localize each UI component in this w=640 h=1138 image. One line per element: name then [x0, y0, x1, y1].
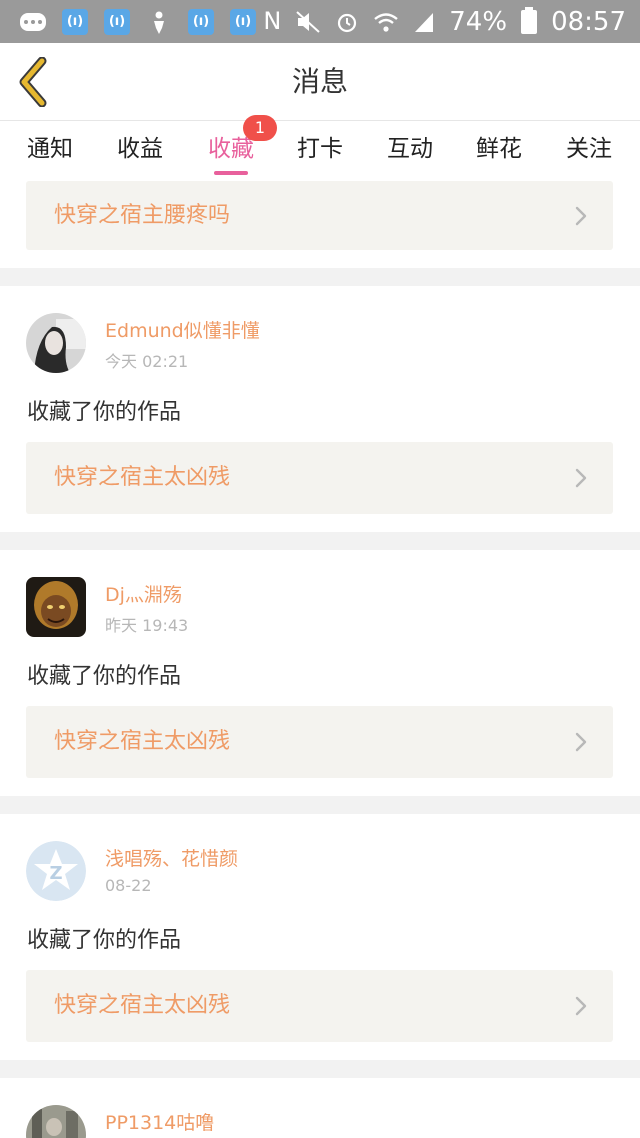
timestamp: 08-22: [105, 876, 152, 895]
tab-favorites[interactable]: 收藏 1: [186, 115, 277, 181]
username[interactable]: Edmund似懂非懂: [105, 316, 260, 343]
notification-icons: (ı) (ı) (ı) (ı): [20, 0, 256, 43]
work-title: 快穿之宿主腰疼吗: [54, 203, 231, 228]
list-item: Dj灬淵殇 昨天 19:43 收藏了你的作品 快穿之宿主太凶残: [0, 550, 640, 796]
chevron-left-icon: [19, 56, 47, 108]
tab-interactions[interactable]: 互动: [365, 121, 455, 181]
avatar[interactable]: [26, 1105, 86, 1138]
svg-text:Z: Z: [49, 863, 62, 884]
battery-icon: [521, 6, 538, 34]
action-text: 收藏了你的作品: [27, 400, 182, 425]
work-link[interactable]: 快穿之宿主腰疼吗: [26, 181, 613, 250]
list-item: Edmund似懂非懂 今天 02:21 收藏了你的作品 快穿之宿主太凶残: [0, 286, 640, 532]
list-item: 快穿之宿主腰疼吗: [0, 181, 640, 268]
tab-checkin[interactable]: 打卡: [275, 121, 365, 181]
username[interactable]: 浅唱殇、花惜颜: [105, 844, 238, 871]
alarm-icon: [338, 13, 357, 32]
signal-app-icon: (ı): [104, 8, 130, 35]
tab-bar: 通知 收益 收藏 1 打卡 互动 鲜花 关注: [0, 115, 640, 181]
work-link[interactable]: 快穿之宿主太凶残: [26, 442, 613, 514]
tab-flowers[interactable]: 鲜花: [454, 121, 544, 181]
status-bar: (ı) (ı) (ı) (ı) N 74% 08:57: [0, 0, 640, 43]
system-status: N 74% 08:57: [263, 0, 626, 43]
avatar[interactable]: [26, 577, 86, 637]
signal-icon: [415, 12, 434, 32]
mute-icon: [296, 10, 320, 33]
signal-app-icon: (ı): [62, 8, 88, 35]
tab-earnings[interactable]: 收益: [95, 121, 185, 181]
battery-percent: 74%: [449, 6, 508, 37]
work-title: 快穿之宿主太凶残: [54, 993, 231, 1018]
tab-notifications[interactable]: 通知: [5, 121, 95, 181]
work-link[interactable]: 快穿之宿主太凶残: [26, 970, 613, 1042]
action-text: 收藏了你的作品: [27, 928, 182, 953]
chevron-right-icon: [575, 206, 587, 226]
active-tab-indicator: [214, 171, 248, 175]
username[interactable]: Dj灬淵殇: [105, 580, 182, 607]
timestamp: 今天 02:21: [105, 352, 189, 371]
clock: 08:57: [551, 6, 626, 37]
page-title: 消息: [291, 65, 348, 98]
username[interactable]: PP1314咕噜: [105, 1108, 214, 1135]
list-item: Z 浅唱殇、花惜颜 08-22 收藏了你的作品 快穿之宿主太凶残: [0, 814, 640, 1060]
figure-icon: [146, 9, 172, 35]
work-title: 快穿之宿主太凶残: [54, 729, 231, 754]
list-item: PP1314咕噜: [0, 1078, 640, 1138]
chevron-right-icon: [575, 468, 587, 488]
avatar[interactable]: [26, 313, 86, 373]
chevron-right-icon: [575, 732, 587, 752]
back-button[interactable]: [14, 56, 54, 108]
tab-follows[interactable]: 关注: [544, 121, 634, 181]
timestamp: 昨天 19:43: [105, 616, 189, 635]
message-list: 快穿之宿主腰疼吗 Edmund似懂非懂 今天 02:21 收藏了你的作品 快穿之…: [0, 181, 640, 1138]
chevron-right-icon: [575, 996, 587, 1016]
header: 消息: [0, 43, 640, 121]
action-text: 收藏了你的作品: [27, 664, 182, 689]
unread-badge: 1: [243, 115, 277, 141]
signal-app-icon: (ı): [230, 8, 256, 35]
wifi-icon: [374, 12, 399, 32]
nfc-icon: N: [263, 7, 282, 35]
chat-icon: [20, 9, 46, 35]
work-title: 快穿之宿主太凶残: [54, 465, 231, 490]
signal-app-icon: (ı): [188, 8, 214, 35]
avatar[interactable]: Z: [26, 841, 86, 901]
work-link[interactable]: 快穿之宿主太凶残: [26, 706, 613, 778]
